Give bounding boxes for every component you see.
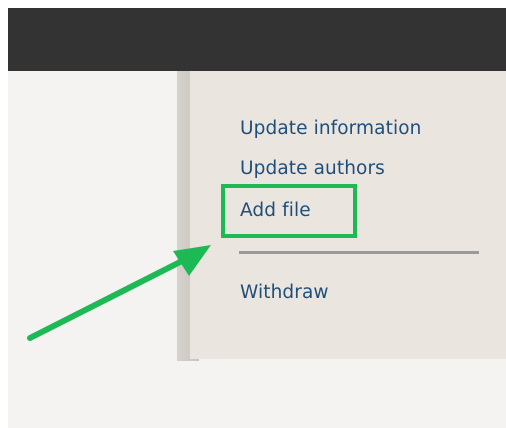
menu-divider	[239, 251, 479, 254]
withdraw-link[interactable]: Withdraw	[240, 282, 329, 303]
update-information-link[interactable]: Update information	[240, 118, 421, 139]
top-navigation-bar	[8, 8, 506, 71]
page-frame: Update information Update authors Add fi…	[8, 8, 506, 428]
add-file-highlight-box	[221, 184, 357, 238]
update-authors-link[interactable]: Update authors	[240, 158, 385, 179]
